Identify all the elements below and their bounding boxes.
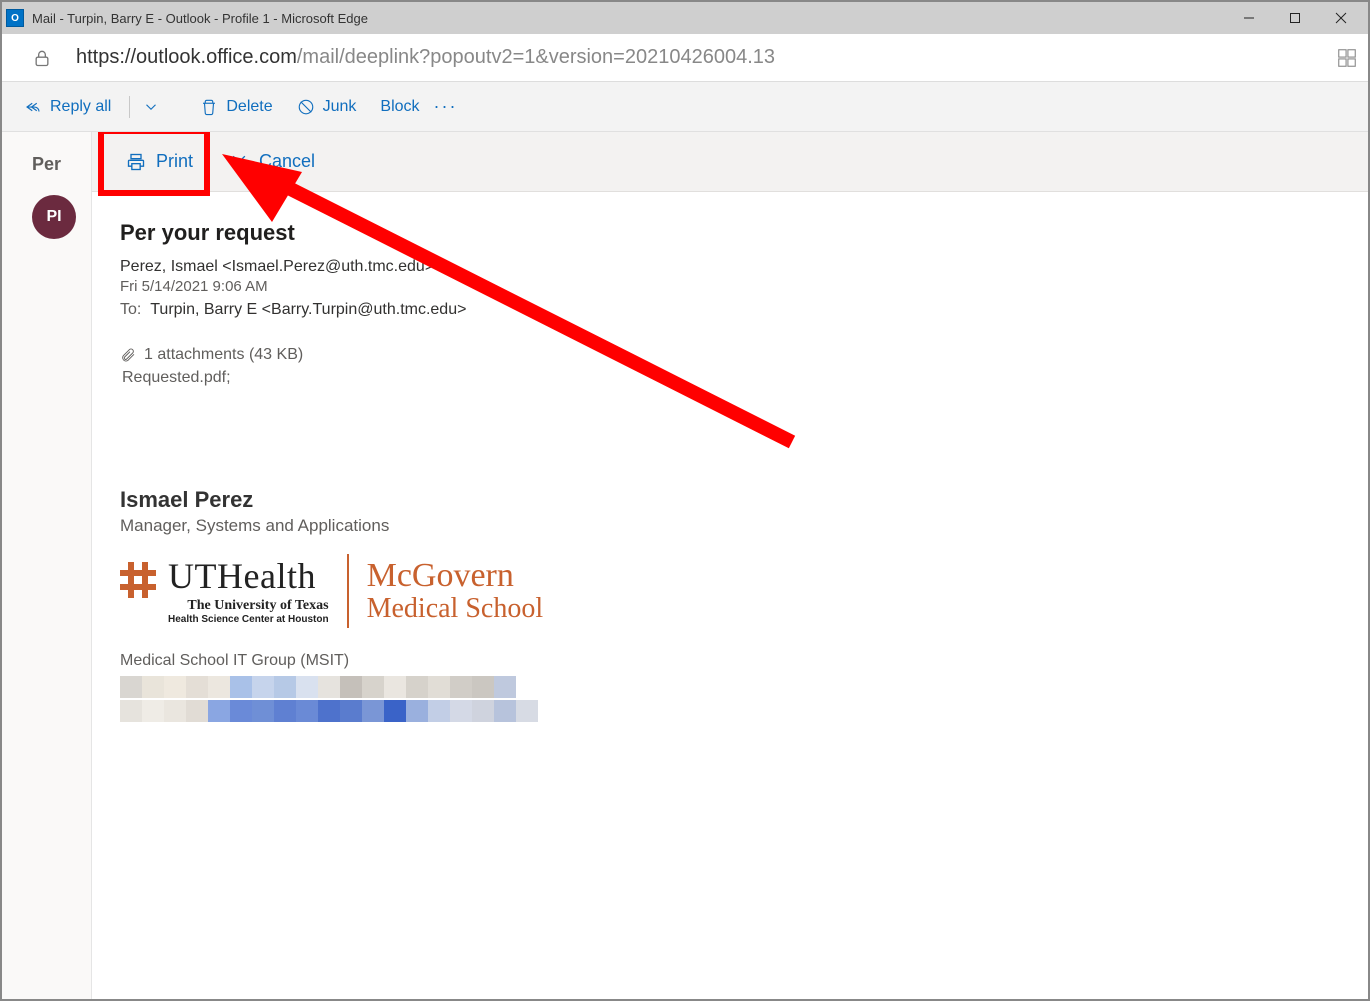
url-path: /mail/deeplink?popoutv2=1&version=202104… (297, 46, 775, 69)
paperclip-icon (120, 345, 136, 365)
reply-all-label: Reply all (50, 98, 111, 116)
list-subject-preview: Per (2, 148, 91, 195)
reply-all-icon (24, 98, 42, 116)
cancel-button[interactable]: Cancel (215, 143, 329, 180)
window-close-button[interactable] (1318, 2, 1364, 34)
block-button[interactable]: Block (370, 92, 429, 122)
reading-pane: Print Cancel Per your request Perez, Ism… (92, 132, 1368, 999)
outlook-app-icon: O (6, 9, 24, 27)
signature-logo: UTHealth The University of Texas Health … (120, 554, 1340, 628)
signature-name: Ismael Perez (120, 487, 1340, 513)
email-date: Fri 5/14/2021 9:06 AM (120, 278, 1340, 295)
block-label: Block (380, 98, 419, 116)
browser-address-bar[interactable]: https://outlook.office.com/mail/deeplink… (2, 34, 1368, 82)
cancel-label: Cancel (259, 151, 315, 172)
signature-dept: Medical School IT Group (MSIT) (120, 652, 1340, 670)
reply-all-chevron[interactable] (138, 92, 164, 122)
browser-extensions-icon[interactable] (1336, 47, 1358, 69)
window-maximize-button[interactable] (1272, 2, 1318, 34)
sender-avatar: PI (32, 195, 76, 239)
print-icon (126, 152, 146, 172)
print-label: Print (156, 151, 193, 172)
email-content: Per your request Perez, Ismael <Ismael.P… (92, 192, 1368, 752)
junk-label: Junk (323, 98, 357, 116)
delete-label: Delete (226, 98, 272, 116)
junk-button[interactable]: Junk (287, 92, 367, 122)
signature-title: Manager, Systems and Applications (120, 516, 1340, 536)
junk-icon (297, 98, 315, 116)
reply-all-button[interactable]: Reply all (14, 92, 121, 122)
uthealth-logo-sub2: Health Science Center at Houston (168, 614, 329, 625)
email-to-value: Turpin, Barry E <Barry.Turpin@uth.tmc.ed… (150, 301, 466, 318)
toolbar-divider (129, 96, 130, 118)
uthealth-logo-text: UTHealth (168, 558, 329, 594)
delete-button[interactable]: Delete (190, 92, 282, 122)
uthealth-logo-sub1: The University of Texas (168, 598, 329, 614)
url-host: https://outlook.office.com (76, 46, 297, 69)
email-to: To: Turpin, Barry E <Barry.Turpin@uth.tm… (120, 301, 1340, 319)
attachments-summary: 1 attachments (43 KB) (144, 346, 303, 364)
close-icon (229, 152, 249, 172)
print-toolbar: Print Cancel (92, 132, 1368, 192)
window-minimize-button[interactable] (1226, 2, 1272, 34)
redacted-block (120, 676, 1340, 722)
email-to-label: To: (120, 301, 141, 318)
mcgovern-logo-line1: McGovern (367, 557, 544, 594)
mcgovern-logo-line2: Medical School (367, 594, 544, 625)
print-button[interactable]: Print (112, 143, 207, 180)
lock-icon (32, 48, 52, 68)
window-titlebar: O Mail - Turpin, Barry E - Outlook - Pro… (2, 2, 1368, 34)
attachments-row[interactable]: 1 attachments (43 KB) (120, 345, 1340, 365)
chevron-down-icon (142, 98, 160, 116)
email-from: Perez, Ismael <Ismael.Perez@uth.tmc.edu> (120, 258, 1340, 276)
mail-toolbar: Reply all Delete Junk Block ··· (2, 82, 1368, 132)
ellipsis-icon: ··· (434, 96, 458, 117)
trash-icon (200, 98, 218, 116)
email-subject: Per your request (120, 220, 1340, 246)
attachment-name[interactable]: Requested.pdf; (122, 369, 1340, 387)
logo-divider (347, 554, 349, 628)
message-list-pane: Per PI (2, 132, 92, 999)
window-title: Mail - Turpin, Barry E - Outlook - Profi… (32, 11, 1226, 26)
uthealth-cross-icon (120, 562, 156, 598)
more-actions-button[interactable]: ··· (434, 96, 458, 117)
